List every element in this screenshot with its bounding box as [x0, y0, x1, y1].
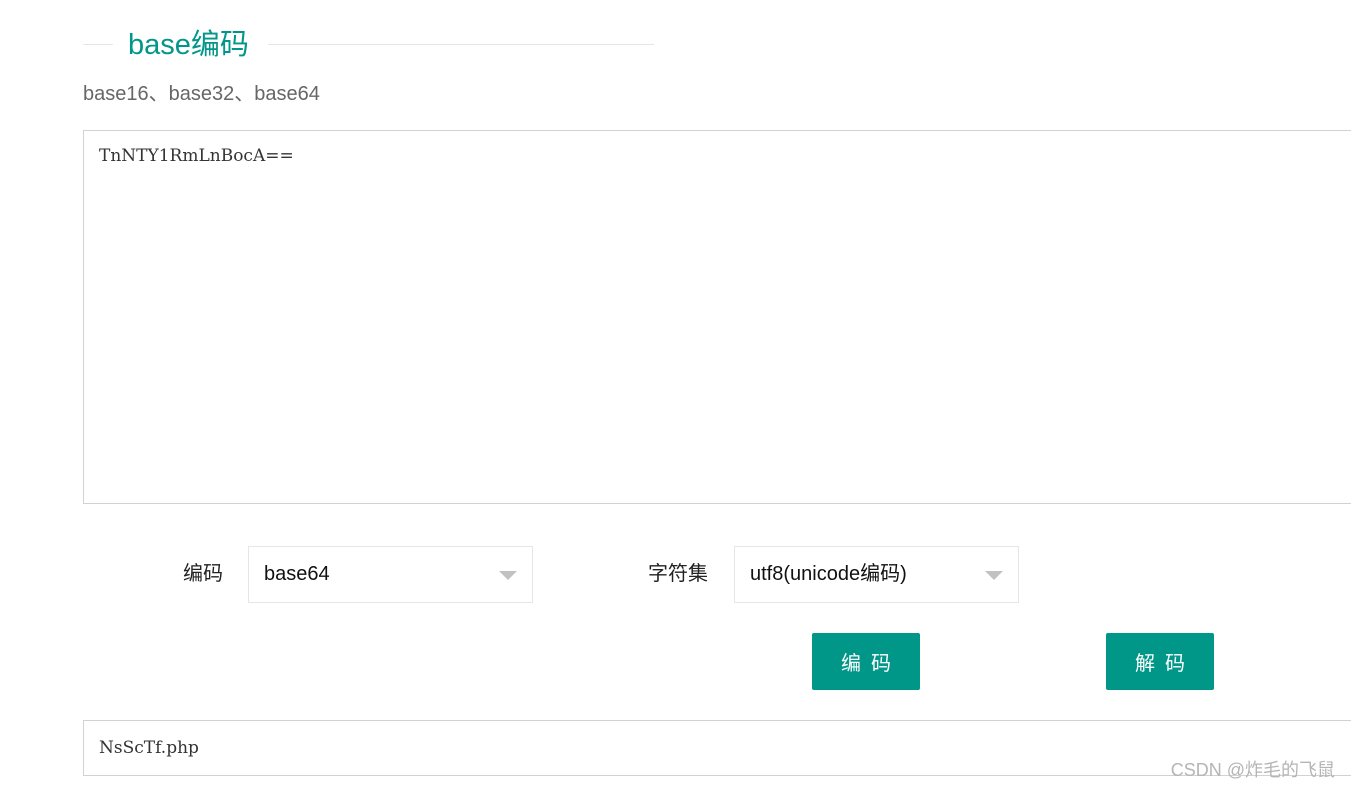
page: base编码 base16、base32、base64 TnNTY1RmLnBo… [0, 0, 1351, 789]
charset-select-value: utf8(unicode编码) [750, 563, 907, 585]
encoding-select[interactable]: base64 [248, 546, 533, 603]
encoding-label: 编码 [183, 563, 223, 585]
output-textarea[interactable]: NsScTf.php [83, 720, 1351, 776]
decode-button[interactable]: 解码 [1106, 633, 1214, 690]
charset-select[interactable]: utf8(unicode编码) [734, 546, 1019, 603]
title-divider-left [83, 44, 113, 45]
title-divider-right [268, 44, 654, 45]
encode-button[interactable]: 编码 [812, 633, 920, 690]
section-title: base编码 [128, 29, 249, 61]
chevron-down-icon [985, 571, 1003, 580]
charset-label: 字符集 [648, 563, 708, 585]
encoding-select-value: base64 [264, 563, 330, 585]
input-textarea[interactable]: TnNTY1RmLnBocA== [83, 130, 1351, 504]
watermark: CSDN @炸毛的飞鼠 [1170, 760, 1335, 780]
section-subtitle: base16、base32、base64 [83, 83, 320, 105]
chevron-down-icon [499, 571, 517, 580]
